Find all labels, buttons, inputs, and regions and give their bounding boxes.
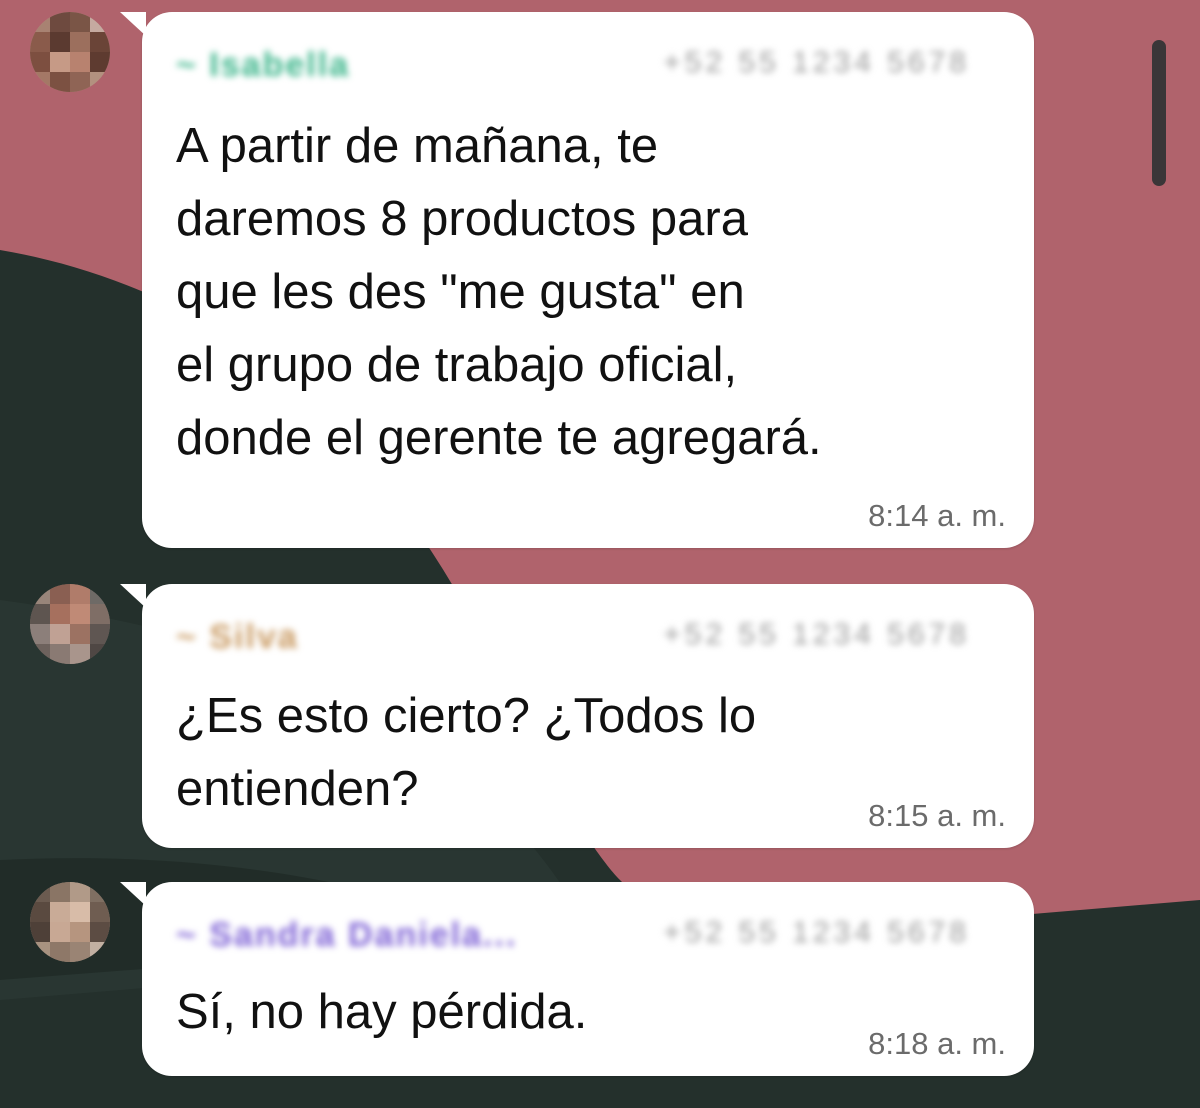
message-timestamp: 8:15 a. m. [868,798,1006,833]
scrollbar-thumb[interactable] [1152,40,1166,186]
sender-phone: +52 55 1234 5678 [663,618,970,651]
contact-avatar-icon[interactable] [30,12,110,92]
sender-phone: +52 55 1234 5678 [663,916,970,949]
contact-avatar-icon[interactable] [30,882,110,962]
message-bubble[interactable]: ~ Sandra Daniela... +52 55 1234 5678 Sí,… [120,882,1034,1076]
message-header: ~ Silva +52 55 1234 5678 [176,618,1000,658]
sender-phone: +52 55 1234 5678 [663,46,970,79]
message-text: A partir de mañana, te daremos 8 product… [176,119,822,465]
message-header: ~ Sandra Daniela... +52 55 1234 5678 [176,916,1000,956]
sender-name[interactable]: ~ Sandra Daniela... [176,916,517,955]
sender-name[interactable]: ~ Isabella [176,46,350,85]
message-timestamp: 8:14 a. m. [868,498,1006,533]
message-header: ~ Isabella +52 55 1234 5678 [176,46,1000,86]
message-bubble[interactable]: ~ Isabella +52 55 1234 5678 A partir de … [120,12,1034,548]
contact-avatar-icon[interactable] [30,584,110,664]
bubble-tail [120,12,146,36]
bubble-tail [120,882,146,906]
message-timestamp: 8:18 a. m. [868,1026,1006,1061]
sender-name[interactable]: ~ Silva [176,618,299,657]
message-bubble[interactable]: ~ Silva +52 55 1234 5678 ¿Es esto cierto… [120,584,1034,848]
bubble-tail [120,584,146,608]
